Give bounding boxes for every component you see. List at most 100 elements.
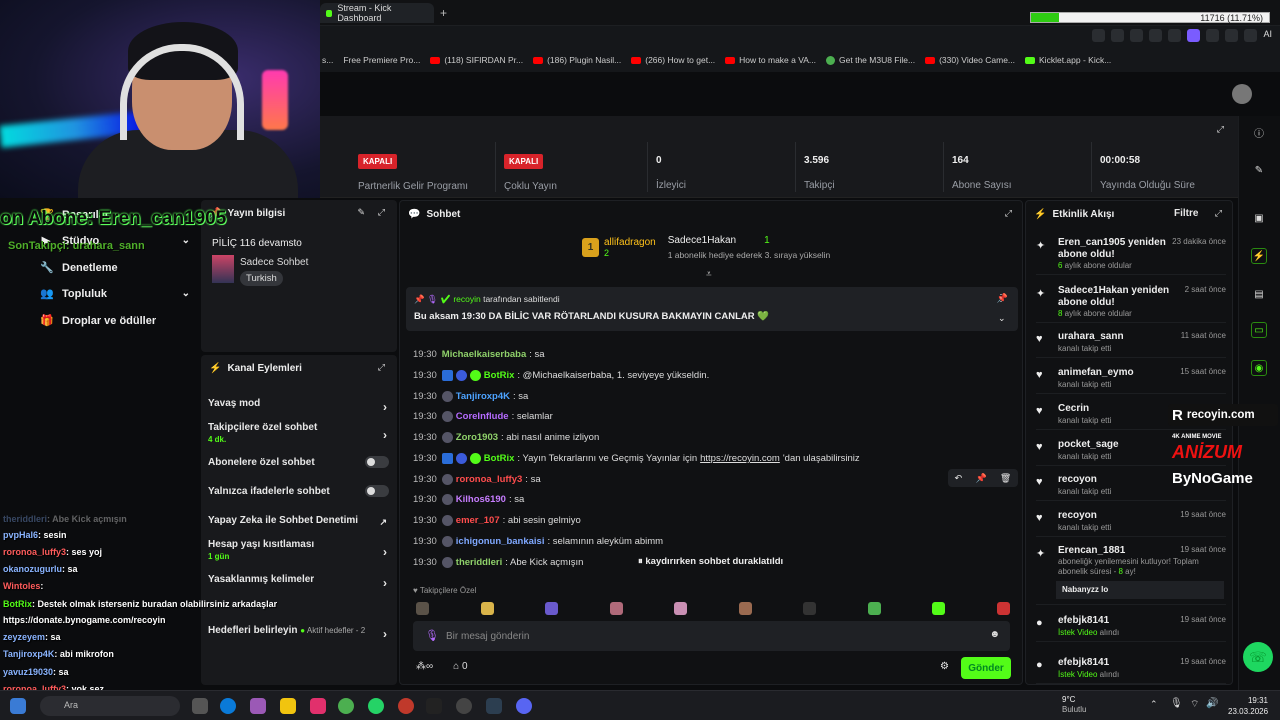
crop-icon[interactable]: ▣ xyxy=(1251,210,1267,226)
profile-icon[interactable] xyxy=(1187,29,1201,42)
chat-message[interactable]: 19:30 theriddleri: Abe Kick açmışın xyxy=(413,557,583,568)
heart-icon[interactable] xyxy=(1168,29,1182,42)
discord-icon[interactable] xyxy=(516,698,532,714)
reply-icon[interactable]: ↶ xyxy=(955,473,963,484)
tray-chevron-icon[interactable]: ⌃ xyxy=(1150,699,1158,710)
message-username[interactable]: theriddleri xyxy=(456,557,502,568)
chat-message[interactable]: 19:30 Michaelkaiserbaba: sa xyxy=(413,349,545,360)
message-username[interactable]: BotRix xyxy=(484,453,515,464)
points-icon[interactable]: ⁂∞ xyxy=(416,661,433,672)
expand-icon[interactable]: ⤢ xyxy=(1215,208,1222,219)
windows-icon[interactable] xyxy=(10,698,26,714)
message-username[interactable]: Tanjiroxp4K xyxy=(456,391,510,402)
chat-input[interactable]: 🎙 Bir mesaj gönderin ☻ xyxy=(413,621,1010,651)
chat-icon[interactable]: ▭ xyxy=(1251,322,1267,338)
send-button[interactable]: Gönder xyxy=(961,657,1011,679)
avatar[interactable] xyxy=(1232,84,1252,104)
emote[interactable] xyxy=(416,602,429,615)
whatsapp-icon[interactable] xyxy=(368,698,384,714)
emoji-icon[interactable]: ☻ xyxy=(989,629,1000,640)
emote[interactable] xyxy=(738,602,752,615)
emote[interactable] xyxy=(867,602,881,615)
activity-user[interactable]: Sadece1Hakan yeniden abone oldu! xyxy=(1058,285,1176,309)
activity-user[interactable]: Cecrin xyxy=(1058,403,1176,415)
sidebar-item-community[interactable]: 👥 Topluluk ⌄ xyxy=(40,287,190,301)
app-icon[interactable] xyxy=(486,698,502,714)
support-button[interactable]: ☏ xyxy=(1243,642,1273,672)
chat-message[interactable]: 19:30 Tanjiroxp4K: sa xyxy=(413,391,528,402)
emote[interactable] xyxy=(609,602,623,615)
emote[interactable] xyxy=(996,602,1010,615)
chat-message[interactable]: 19:30 BotRix: @Michaelkaiserbaba, 1. sevi… xyxy=(413,370,709,381)
expand-icon[interactable]: ⤢ xyxy=(1217,124,1224,135)
message-username[interactable]: roronoa_luffy3 xyxy=(456,474,523,485)
mic-icon[interactable]: 🎙 xyxy=(1170,698,1183,709)
expand-icon[interactable]: ⤢ xyxy=(1005,208,1012,219)
message-username[interactable]: Kilhos6190 xyxy=(456,494,506,505)
opera-icon[interactable] xyxy=(398,698,414,714)
activity-user[interactable]: efebjk8141 xyxy=(1058,657,1176,669)
message-username[interactable]: Michaelkaiserbaba xyxy=(442,349,527,360)
emote[interactable] xyxy=(803,602,817,615)
activity-user[interactable]: efebjk8141 xyxy=(1058,615,1176,627)
bookmark[interactable]: Free Premiere Pro... xyxy=(343,55,420,65)
message-username[interactable]: BotRix xyxy=(484,370,515,381)
ai-button[interactable]: AI xyxy=(1263,29,1272,42)
instagram-icon[interactable] xyxy=(310,698,326,714)
chat-paused-notice[interactable]: ⏸ kaydırırken sohbet duraklatıldı xyxy=(638,556,783,567)
activity-user[interactable]: Erencan_1881 xyxy=(1058,545,1176,557)
chevron-down-icon[interactable]: ⌄ xyxy=(998,313,1006,324)
activity-user[interactable]: Eren_can1905 yeniden abone oldu! xyxy=(1058,237,1176,261)
taskbar-search[interactable]: Ara xyxy=(40,696,180,716)
task-view-icon[interactable] xyxy=(192,698,208,714)
emote[interactable] xyxy=(674,602,688,615)
store-button[interactable]: ⌂ 0 xyxy=(453,661,467,672)
extension-icon[interactable] xyxy=(1225,29,1239,42)
bookmark[interactable]: s... xyxy=(322,55,333,65)
extension-icon[interactable] xyxy=(1244,29,1258,42)
activity-user[interactable]: recoyon xyxy=(1058,510,1176,522)
emote[interactable] xyxy=(545,602,559,615)
expand-icon[interactable]: ⤢ xyxy=(378,362,385,373)
collapse-icon[interactable]: ⩡ xyxy=(706,269,712,280)
document-icon[interactable]: ▤ xyxy=(1251,286,1267,302)
chat-message[interactable]: 19:30 BotRix: Yayın Tekrarlarını ve Geçmi… xyxy=(413,453,860,464)
clock[interactable]: 19:31 23.03.2026 xyxy=(1228,695,1268,717)
file-explorer-icon[interactable] xyxy=(280,698,296,714)
volume-icon[interactable]: 🔊 xyxy=(1206,698,1218,709)
message-username[interactable]: Zoro1903 xyxy=(456,432,498,443)
message-username[interactable]: CoreInflude xyxy=(456,411,509,422)
more-icon[interactable]: ⋮ xyxy=(996,293,1006,304)
new-tab-button[interactable]: + xyxy=(440,6,447,20)
activity-user[interactable]: animefan_eymo xyxy=(1058,367,1176,379)
chrome-icon[interactable] xyxy=(338,698,354,714)
chat-message[interactable]: 19:30 Zoro1903: abi nasıl anime izliyon xyxy=(413,432,599,443)
sidebar-item-drops[interactable]: 🎁 Droplar ve ödüller xyxy=(40,314,190,328)
emote[interactable] xyxy=(480,602,494,615)
extension-icon[interactable] xyxy=(1092,29,1106,42)
emote-only-toggle[interactable] xyxy=(365,485,389,497)
trash-icon[interactable]: 🗑 xyxy=(1000,473,1011,484)
message-link[interactable]: https://recoyin.com xyxy=(700,453,780,464)
subscribers-only-toggle[interactable] xyxy=(365,456,389,468)
pencil-icon[interactable]: ✎ xyxy=(1251,162,1267,178)
info-icon[interactable]: ⓘ xyxy=(1251,124,1267,140)
bookmark[interactable]: Kicklet.app - Kick... xyxy=(1025,55,1111,65)
activity-user[interactable]: recoyon xyxy=(1058,474,1176,486)
pin-icon[interactable]: 📌 xyxy=(975,473,986,484)
extension-icon[interactable] xyxy=(1111,29,1125,42)
tab-kick-dashboard[interactable]: Stream - Kick Dashboard xyxy=(320,3,434,23)
followers-only-item[interactable]: Takipçilere özel sohbet 4 dk. › xyxy=(208,422,387,444)
app-icon[interactable] xyxy=(426,698,442,714)
expand-icon[interactable]: ⤢ xyxy=(378,207,385,218)
edge-icon[interactable] xyxy=(220,698,236,714)
activity-user[interactable]: urahara_sann xyxy=(1058,331,1176,343)
chat-message[interactable]: 19:30 Kilhos6190: sa xyxy=(413,494,524,505)
bookmark[interactable]: (186) Plugin Nasil... xyxy=(533,55,621,65)
bookmark[interactable]: (266) How to get... xyxy=(631,55,715,65)
broadcast-icon[interactable]: ◉ xyxy=(1251,360,1267,376)
activity-user[interactable]: pocket_sage xyxy=(1058,439,1176,451)
bookmark[interactable]: (330) Video Came... xyxy=(925,55,1015,65)
weather-widget[interactable]: 9°C Bulutlu xyxy=(1042,695,1086,715)
bookmark[interactable]: How to make a VA... xyxy=(725,55,816,65)
